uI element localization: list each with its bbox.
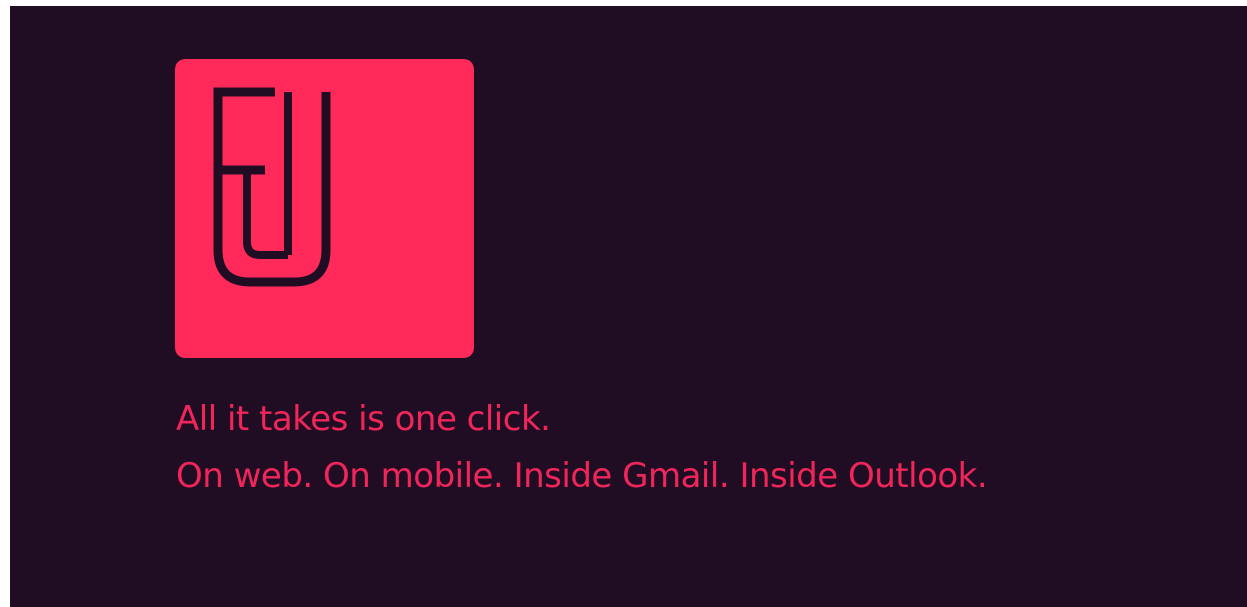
fj-logo-icon	[175, 59, 474, 358]
splash-frame: All it takes is one click. On web. On mo…	[10, 6, 1247, 607]
tagline-line-1: All it takes is one click.	[176, 399, 551, 439]
tagline-line-2: On web. On mobile. Inside Gmail. Inside …	[176, 456, 988, 496]
